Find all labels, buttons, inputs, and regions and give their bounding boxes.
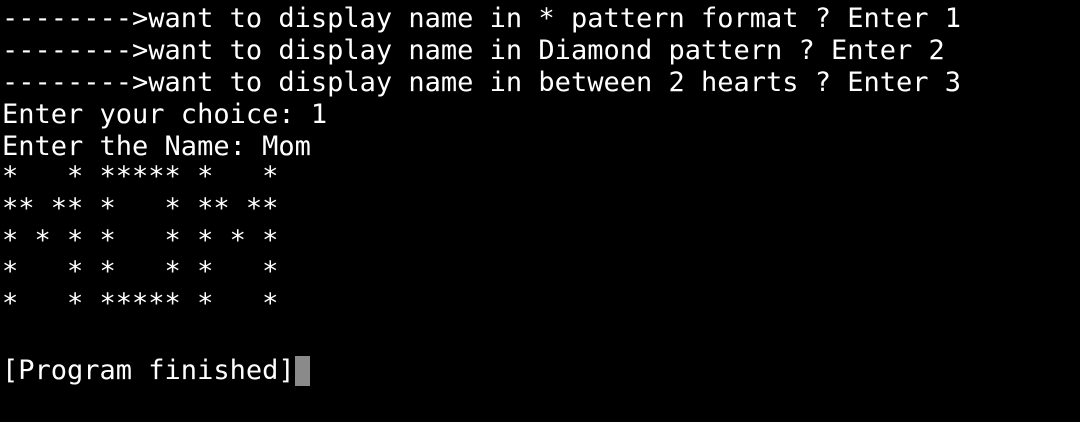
pattern-row: ** ** * * ** ** xyxy=(2,193,279,224)
pattern-row: * * * * * * * * xyxy=(2,225,279,256)
program-finished-line: [Program finished] xyxy=(2,355,310,387)
menu-option-1-line: -------->want to display name in * patte… xyxy=(2,3,962,34)
choice-input-line: Enter your choice: 1 xyxy=(2,99,328,130)
pattern-row: * * ***** * * xyxy=(2,161,279,192)
pattern-row: * * * * * * xyxy=(2,256,279,287)
menu-option-2-line: -------->want to display name in Diamond… xyxy=(2,35,945,66)
program-finished-text: [Program finished] xyxy=(2,355,295,386)
name-input-line: Enter the Name: Mom xyxy=(2,131,311,162)
pattern-row: * * ***** * * xyxy=(2,288,279,319)
terminal-output[interactable]: -------->want to display name in * patte… xyxy=(0,0,1080,422)
text-cursor xyxy=(294,356,310,386)
menu-option-3-line: -------->want to display name in between… xyxy=(2,67,962,98)
